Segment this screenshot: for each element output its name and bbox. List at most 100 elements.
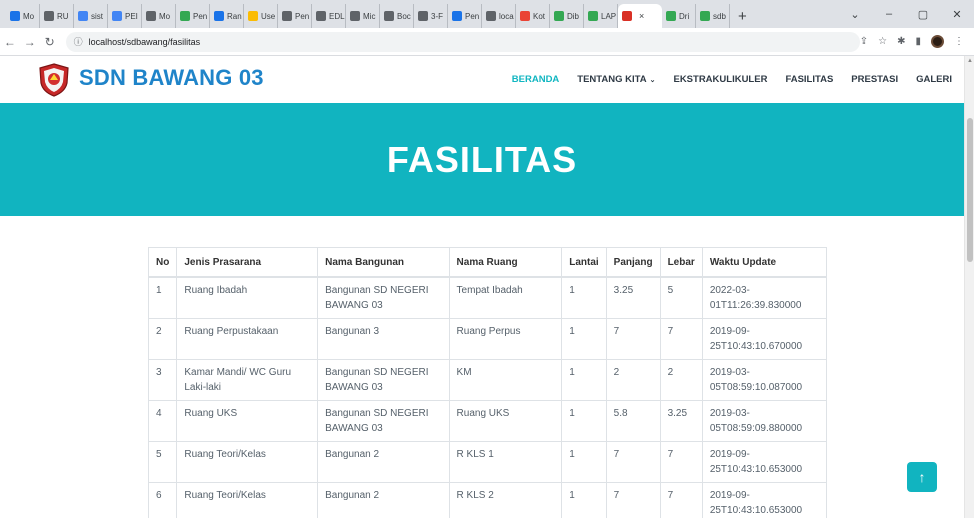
column-header: Lebar [660,248,703,278]
table-row: 2 Ruang Perpustakaan Bangunan 3 Ruang Perpu… [149,318,826,360]
tab-label: Ran [227,11,242,21]
table-cell: Bangunan 2 [317,482,450,518]
table-cell: 2019-03- 05T08:59:10.087000 [702,359,826,401]
browser-tab[interactable]: Dib [550,4,584,28]
nav-item-label: FASILITAS [785,74,834,85]
browser-tab[interactable]: Boc [380,4,414,28]
site-header: SDN BAWANG 03 BERANDA TENTANG KITA ⌄ EKSTRA… [0,56,964,103]
back-to-top-button[interactable]: ↑ [907,462,937,492]
table-cell: Ruang Perpustakaan [176,318,319,360]
browser-tab[interactable]: loca [482,4,516,28]
tab-favicon-icon [78,11,88,21]
browser-tab[interactable]: Mo [142,4,176,28]
table-cell: Ruang Perpus [449,318,563,360]
table-cell: 3.25 [660,400,703,442]
browser-tab[interactable]: Dri [662,4,696,28]
site-brand[interactable]: SDN BAWANG 03 [79,65,264,91]
nav-item-prestasi[interactable]: PRESTASI [851,74,898,85]
browser-tab[interactable]: sdb [696,4,730,28]
table-cell: R KLS 2 [449,482,563,518]
tab-label: Pen [465,11,480,21]
table-cell: 1 [561,400,607,442]
close-window-button[interactable]: ✕ [940,8,974,21]
table-cell: Tempat Ibadah [449,277,563,319]
table-cell: 1 [561,318,607,360]
browser-tab[interactable]: Mic [346,4,380,28]
table-header-row: No Jenis Prasarana Nama Bangunan Nama Ruang… [149,248,826,278]
scrollbar-thumb[interactable] [967,118,973,262]
reload-icon[interactable]: ↻ [40,35,60,49]
browser-tab[interactable]: Kot [516,4,550,28]
tab-favicon-icon [282,11,292,21]
browser-tab[interactable]: Use [244,4,278,28]
tab-favicon-icon [452,11,462,21]
tab-favicon-icon [180,11,190,21]
tab-favicon-icon [10,11,20,21]
browser-tab[interactable]: sist [74,4,108,28]
profile-avatar[interactable] [931,35,945,48]
tab-label: Pen [193,11,208,21]
browser-tab[interactable]: Ran [210,4,244,28]
browser-tab[interactable]: Mo [6,4,40,28]
table-cell: 2 [660,359,703,401]
page-scrollbar[interactable]: ▲ [964,56,974,518]
table-cell: 4 [149,400,178,442]
page-hero: FASILITAS [0,103,964,216]
tab-favicon-icon [588,11,598,21]
table-cell: Bangunan 2 [317,441,450,483]
nav-item-label: GALERI [916,74,952,85]
url-field[interactable]: ⓘ localhost/sdbawang/fasilitas [65,31,860,52]
table-row: 3 Kamar Mandi/ WC Guru Laki-laki Bangunan … [149,359,826,401]
nav-item-ekstrakulikuler[interactable]: EKSTRAKULIKULER [673,74,767,85]
minimize-button[interactable]: – [872,8,906,20]
browser-tab[interactable]: Pen [278,4,312,28]
table-cell: 5.8 [606,400,661,442]
browser-tab[interactable]: EDL [312,4,346,28]
browser-tab[interactable]: RU [40,4,74,28]
back-arrow-icon[interactable]: ← [0,35,20,49]
tab-favicon-icon [44,11,54,21]
browser-tab[interactable]: Pen [448,4,482,28]
table-cell: 2019-09- 25T10:43:10.653000 [702,482,826,518]
tab-label: loca [499,11,514,21]
sidebar-icon[interactable]: ▮ [916,36,922,47]
browser-tab[interactable]: LAP [584,4,618,28]
browser-tab[interactable]: Pen [176,4,210,28]
tab-favicon-icon [316,11,326,21]
nav-item-beranda[interactable]: BERANDA [512,74,560,85]
column-header: Nama Ruang [449,248,563,278]
nav-item-tentang-kita[interactable]: TENTANG KITA ⌄ [577,74,655,85]
site-info-icon[interactable]: ⓘ [74,35,83,48]
bookmark-star-icon[interactable]: ☆ [878,36,887,47]
nav-item-label: EKSTRAKULIKULER [673,74,768,85]
table-cell: Kamar Mandi/ WC Guru Laki-laki [176,359,319,401]
table-cell: 2 [149,318,178,360]
table-cell: Bangunan SD NEGERI BAWANG 03 [317,359,450,401]
table-row: 4 Ruang UKS Bangunan SD NEGERI BAWANG 03 Ru… [149,400,826,442]
tab-favicon-icon [248,11,258,21]
scroll-up-icon[interactable]: ▲ [967,58,973,64]
extensions-icon[interactable]: ✱ [897,36,905,47]
table-cell: 2019-03- 05T08:59:09.880000 [702,400,826,442]
share-icon[interactable]: ⇪ [860,36,868,47]
nav-item-galeri[interactable]: GALERI [916,74,952,85]
nav-item-fasilitas[interactable]: FASILITAS [785,74,833,85]
forward-arrow-icon[interactable]: → [20,35,40,49]
page-title: FASILITAS [386,139,578,180]
table-cell: 3 [149,359,178,401]
tab-label: Pen [295,11,310,21]
tab-close-icon[interactable]: × [639,11,644,21]
new-tab-button[interactable]: + [730,4,755,28]
restore-button[interactable]: ▢ [906,8,940,21]
school-logo-icon[interactable] [38,63,70,97]
table-cell: 1 [561,359,607,401]
browser-tab-active[interactable]: × [618,4,662,28]
tab-search-icon[interactable]: ⌄ [838,8,872,21]
browser-tab[interactable]: 3-F [414,4,448,28]
browser-tab[interactable]: PEI [108,4,142,28]
chevron-down-icon: ⌄ [649,77,656,84]
nav-item-label: PRESTASI [851,74,899,85]
tab-favicon-icon [666,11,676,21]
menu-kebab-icon[interactable]: ⋮ [954,36,964,47]
tab-favicon-icon [622,11,632,21]
